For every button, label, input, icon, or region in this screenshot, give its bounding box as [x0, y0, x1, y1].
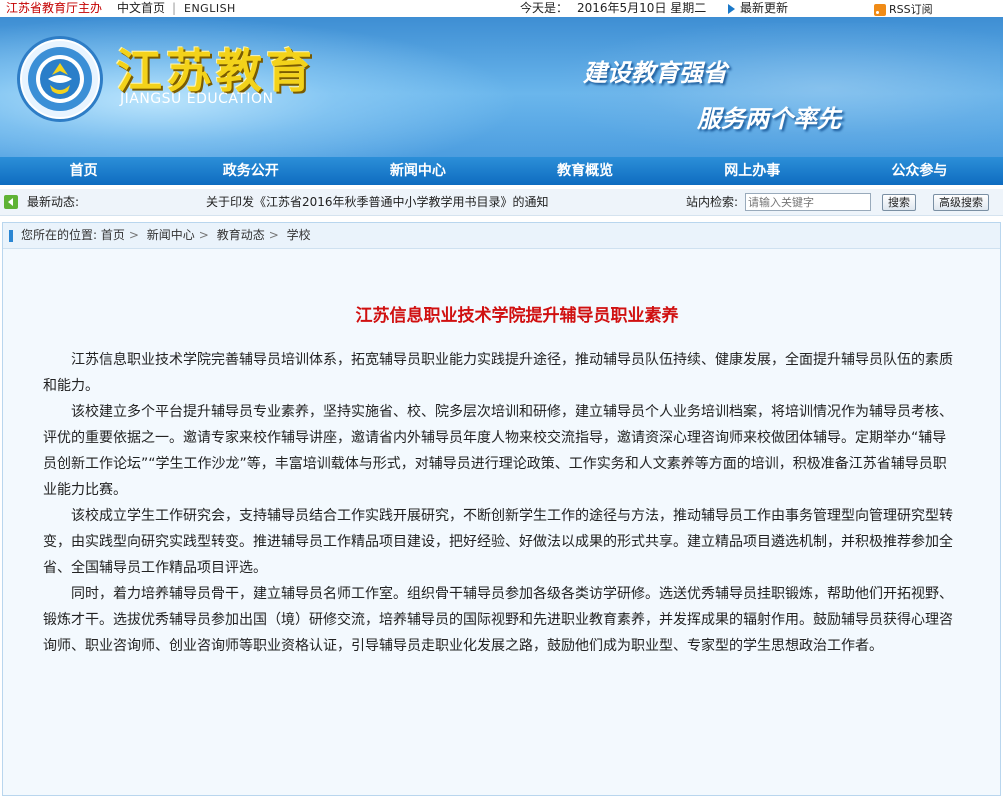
- rss-link[interactable]: RSS订阅: [874, 1, 933, 18]
- search-button[interactable]: 搜索: [882, 194, 916, 211]
- nav-news-center[interactable]: 新闻中心: [334, 157, 501, 185]
- breadcrumb-school[interactable]: 学校: [287, 228, 311, 242]
- separator: |: [172, 1, 177, 15]
- main-nav: 首页 政务公开 新闻中心 教育概览 网上办事 公众参与: [0, 157, 1003, 185]
- breadcrumb-trail: 您所在的位置: 首页 > 新闻中心 > 教育动态 > 学校: [21, 223, 311, 248]
- nav-government-affairs[interactable]: 政务公开: [167, 157, 334, 185]
- article-title: 江苏信息职业技术学院提升辅导员职业素养: [355, 306, 679, 326]
- nav-home[interactable]: 首页: [0, 157, 167, 185]
- advanced-search-button[interactable]: 高级搜索: [933, 194, 989, 211]
- top-strip: 江苏省教育厅主办 中文首页 | ENGLISH 今天是： 2016年5月10日 …: [0, 0, 1003, 17]
- latest-update-link[interactable]: 最新更新: [728, 0, 788, 17]
- site-title-english: JIANGSU EDUCATION: [120, 91, 274, 107]
- article-paragraph: 同时，着力培养辅导员骨干，建立辅导员名师工作室。组织骨干辅导员参加各级各类访学研…: [43, 586, 953, 654]
- rss-label: RSS订阅: [889, 3, 933, 16]
- slogan-line-1: 建设教育强省: [583, 59, 727, 87]
- nav-public-participation[interactable]: 公众参与: [836, 157, 1003, 185]
- chevron-right-icon: >: [198, 228, 209, 242]
- today-label: 今天是：: [520, 1, 569, 15]
- host-label: 江苏省教育厅主办: [6, 1, 103, 15]
- article-paragraph: 该校建立多个平台提升辅导员专业素养，坚持实施省、校、院多层次培训和研修，建立辅导…: [43, 404, 953, 498]
- chinese-home-link[interactable]: 中文首页: [117, 0, 165, 17]
- slogan-line-2: 服务两个率先: [697, 105, 841, 133]
- news-ticker-bar: 最新动态: 关于印发《江苏省2016年秋季普通中小学教学用书目录》的通知 站内检…: [0, 189, 1003, 216]
- emblem-logo-icon[interactable]: [20, 39, 100, 119]
- article-paragraph: 该校成立学生工作研究会，支持辅导员结合工作实践开展研究，不断创新学生工作的途径与…: [43, 508, 953, 576]
- nav-education-overview[interactable]: 教育概览: [502, 157, 669, 185]
- article-body: 江苏信息职业技术学院完善辅导员培训体系，拓宽辅导员职业能力实践提升途径，推动辅导…: [43, 347, 960, 659]
- latest-news-headline[interactable]: 关于印发《江苏省2016年秋季普通中小学教学用书目录》的通知: [206, 189, 549, 215]
- article-paragraph: 江苏信息职业技术学院完善辅导员培训体系，拓宽辅导员职业能力实践提升途径，推动辅导…: [43, 352, 953, 394]
- breadcrumb-marker-icon: [9, 230, 13, 242]
- current-date: 2016年5月10日 星期二: [577, 1, 707, 15]
- speaker-icon: [4, 195, 18, 209]
- english-link[interactable]: ENGLISH: [184, 0, 236, 17]
- site-banner: 江苏教育 JIANGSU EDUCATION 建设教育强省 服务两个率先: [0, 17, 1003, 157]
- breadcrumb-home[interactable]: 首页: [101, 228, 125, 242]
- breadcrumb-education-news[interactable]: 教育动态: [217, 228, 265, 242]
- content-frame: 您所在的位置: 首页 > 新闻中心 > 教育动态 > 学校 江苏信息职业技术学院提升辅…: [2, 222, 1001, 796]
- chevron-right-icon: >: [128, 228, 139, 242]
- site-search-input[interactable]: [745, 193, 871, 211]
- chevron-right-icon: >: [268, 228, 279, 242]
- latest-news-label: 最新动态:: [27, 195, 80, 209]
- breadcrumb-news-center[interactable]: 新闻中心: [147, 228, 195, 242]
- nav-online-services[interactable]: 网上办事: [669, 157, 836, 185]
- site-search-label: 站内检索:: [686, 195, 739, 209]
- rss-icon: [874, 3, 886, 16]
- breadcrumb: 您所在的位置: 首页 > 新闻中心 > 教育动态 > 学校: [3, 223, 1000, 249]
- latest-update-label: 最新更新: [740, 1, 789, 15]
- breadcrumb-prefix: 您所在的位置:: [21, 228, 98, 242]
- arrow-right-icon: [728, 3, 735, 14]
